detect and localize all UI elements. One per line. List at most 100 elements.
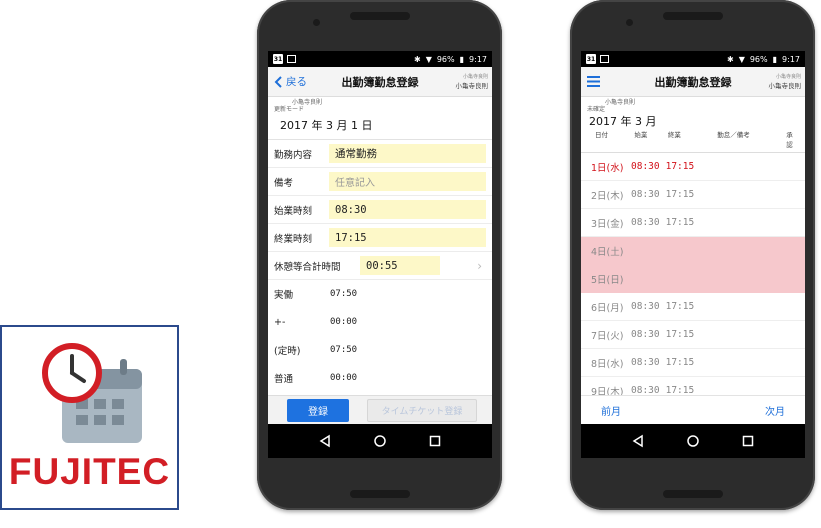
stat-row: 普通 00:00 (268, 364, 492, 392)
next-month-button[interactable]: 次月 (765, 403, 785, 418)
stat-label: +- (274, 316, 286, 328)
android-nav-bar (268, 424, 492, 458)
battery-level: 96% (436, 54, 455, 64)
stat-value: 00:00 (330, 317, 358, 327)
home-circle-icon[interactable] (373, 434, 387, 448)
register-button[interactable]: 登録 (287, 398, 349, 422)
timeticket-button[interactable]: タイムチケット登録 (367, 398, 477, 422)
day-start: 08:30 (631, 161, 660, 172)
day-row[interactable]: 3日(金) 08:30 17:15 (581, 209, 805, 237)
action-bar: 登録 タイムチケット登録 (268, 395, 492, 424)
image-notification-icon (600, 55, 609, 63)
battery-icon: ▮ (459, 54, 465, 64)
list-header: 日付 始業 終業 勤怠／備考 承認 (581, 129, 805, 153)
day-start: 08:30 (631, 189, 660, 200)
day-end: 17:15 (665, 161, 695, 172)
stat-label: 普通 (274, 374, 294, 385)
stat-row: +- 00:00 (268, 308, 492, 336)
start-time-label: 始業時刻 (274, 205, 313, 217)
clock-time: 9:17 (782, 54, 800, 64)
back-button[interactable]: 戻る (274, 74, 307, 89)
day-row[interactable]: 8日(水) 08:30 17:15 (581, 349, 805, 377)
day-label: 8日(水) (591, 358, 624, 370)
bluetooth-icon: ✱ (413, 54, 421, 64)
col-start: 始業 (634, 131, 648, 139)
clock-calendar-icon (42, 343, 142, 443)
speaker-top (349, 12, 410, 20)
day-label: 6日(月) (591, 302, 624, 314)
day-label: 1日(水) (591, 162, 624, 174)
recents-square-icon[interactable] (428, 434, 442, 448)
front-camera (313, 19, 320, 26)
col-break: 勤怠／備考 (717, 131, 750, 139)
calendar-notification-icon: 31 (273, 54, 283, 64)
break-time-field[interactable]: 00:55 (360, 256, 440, 275)
image-notification-icon (287, 55, 296, 63)
state-label: 未確定 (587, 106, 606, 113)
stat-label: 実働 (274, 290, 294, 301)
day-row[interactable]: 6日(月) 08:30 17:15 (581, 293, 805, 321)
recents-square-icon[interactable] (741, 434, 755, 448)
sub-user: 小亀寺良則 (605, 99, 636, 106)
back-triangle-icon[interactable] (318, 434, 332, 448)
remarks-row: 備考 任意記入 (268, 168, 492, 196)
app-header: 戻る 出勤簿勤怠登録 小亀寺良則 小亀寺良則 (268, 67, 492, 97)
day-start: 08:30 (631, 301, 660, 312)
home-circle-icon[interactable] (686, 434, 700, 448)
screen-daily-entry: 31 ✱ ▼ 96% ▮ 9:17 戻る 出勤簿勤怠登録 小亀寺良則 小亀寺良則 (268, 51, 492, 458)
day-row[interactable]: 1日(水) 08:30 17:15 (581, 153, 805, 181)
front-camera (626, 19, 633, 26)
battery-level: 96% (749, 54, 768, 64)
day-row[interactable]: 4日(土) (581, 237, 805, 265)
stat-label: (定時) (274, 346, 301, 357)
sub-user: 小亀寺良則 (292, 99, 323, 106)
sub-info: 小亀寺良則 未確定 (581, 97, 805, 113)
app-header: 出勤簿勤怠登録 小亀寺良則 小亀寺良則 (581, 67, 805, 97)
start-time-field[interactable]: 08:30 (329, 200, 486, 219)
month-pager: 前月 次月 (581, 395, 805, 424)
break-time-label: 休憩等合計時間 (274, 261, 341, 273)
work-type-field[interactable]: 通常勤務 (329, 144, 486, 163)
sub-info: 小亀寺良則 更新モード (268, 97, 492, 113)
day-label: 3日(金) (591, 218, 624, 230)
day-label: 7日(火) (591, 330, 624, 342)
user-name-main: 小亀寺良則 (455, 82, 489, 90)
remarks-label: 備考 (274, 177, 294, 189)
screen-monthly-list: 31 ✱ ▼ 96% ▮ 9:17 出勤簿勤怠登録 小亀寺良則 小亀寺良則 小亀… (581, 51, 805, 458)
brand-logo: FUJITEC (8, 451, 171, 492)
stat-row: 実働 07:50 (268, 280, 492, 308)
prev-month-button[interactable]: 前月 (601, 403, 621, 418)
day-label: 2日(木) (591, 190, 624, 202)
day-row[interactable]: 2日(木) 08:30 17:15 (581, 181, 805, 209)
phone-daily-entry: 31 ✱ ▼ 96% ▮ 9:17 戻る 出勤簿勤怠登録 小亀寺良則 小亀寺良則 (257, 0, 502, 510)
status-bar: 31 ✱ ▼ 96% ▮ 9:17 (268, 51, 492, 67)
start-time-row: 始業時刻 08:30 (268, 196, 492, 224)
day-row[interactable]: 5日(日) (581, 265, 805, 293)
back-chevron-icon (274, 75, 282, 88)
remarks-input[interactable]: 任意記入 (329, 172, 486, 191)
selected-date: 2017 年 3 月 1 日 (268, 113, 492, 140)
end-time-field[interactable]: 17:15 (329, 228, 486, 247)
col-day: 日付 (595, 131, 608, 139)
speaker-top (662, 12, 723, 20)
back-triangle-icon[interactable] (631, 434, 645, 448)
chevron-right-icon: › (477, 258, 482, 273)
user-name-main: 小亀寺良則 (768, 82, 802, 90)
wifi-icon: ▼ (738, 54, 745, 64)
day-start: 08:30 (631, 329, 660, 340)
day-list: 1日(水) 08:30 17:15 2日(木) 08:30 17:15 3日(金) 08:30… (581, 153, 805, 405)
work-type-row: 勤務内容 通常勤務 (268, 140, 492, 168)
day-row[interactable]: 7日(火) 08:30 17:15 (581, 321, 805, 349)
user-name: 小亀寺良則 小亀寺良則 (456, 73, 489, 90)
day-start: 08:30 (631, 217, 660, 228)
mode-label: 更新モード (274, 106, 305, 113)
hamburger-menu-icon[interactable] (587, 76, 600, 87)
stat-value: 07:50 (330, 289, 358, 299)
month-title: 2017 年 3 月 (589, 115, 657, 128)
phone-monthly-list: 31 ✱ ▼ 96% ▮ 9:17 出勤簿勤怠登録 小亀寺良則 小亀寺良則 小亀… (570, 0, 815, 510)
back-label: 戻る (286, 76, 307, 88)
user-name: 小亀寺良則 小亀寺良則 (769, 73, 802, 90)
battery-icon: ▮ (772, 54, 778, 64)
break-time-row[interactable]: 休憩等合計時間 00:55 › (268, 252, 492, 280)
clock-time: 9:17 (469, 54, 487, 64)
